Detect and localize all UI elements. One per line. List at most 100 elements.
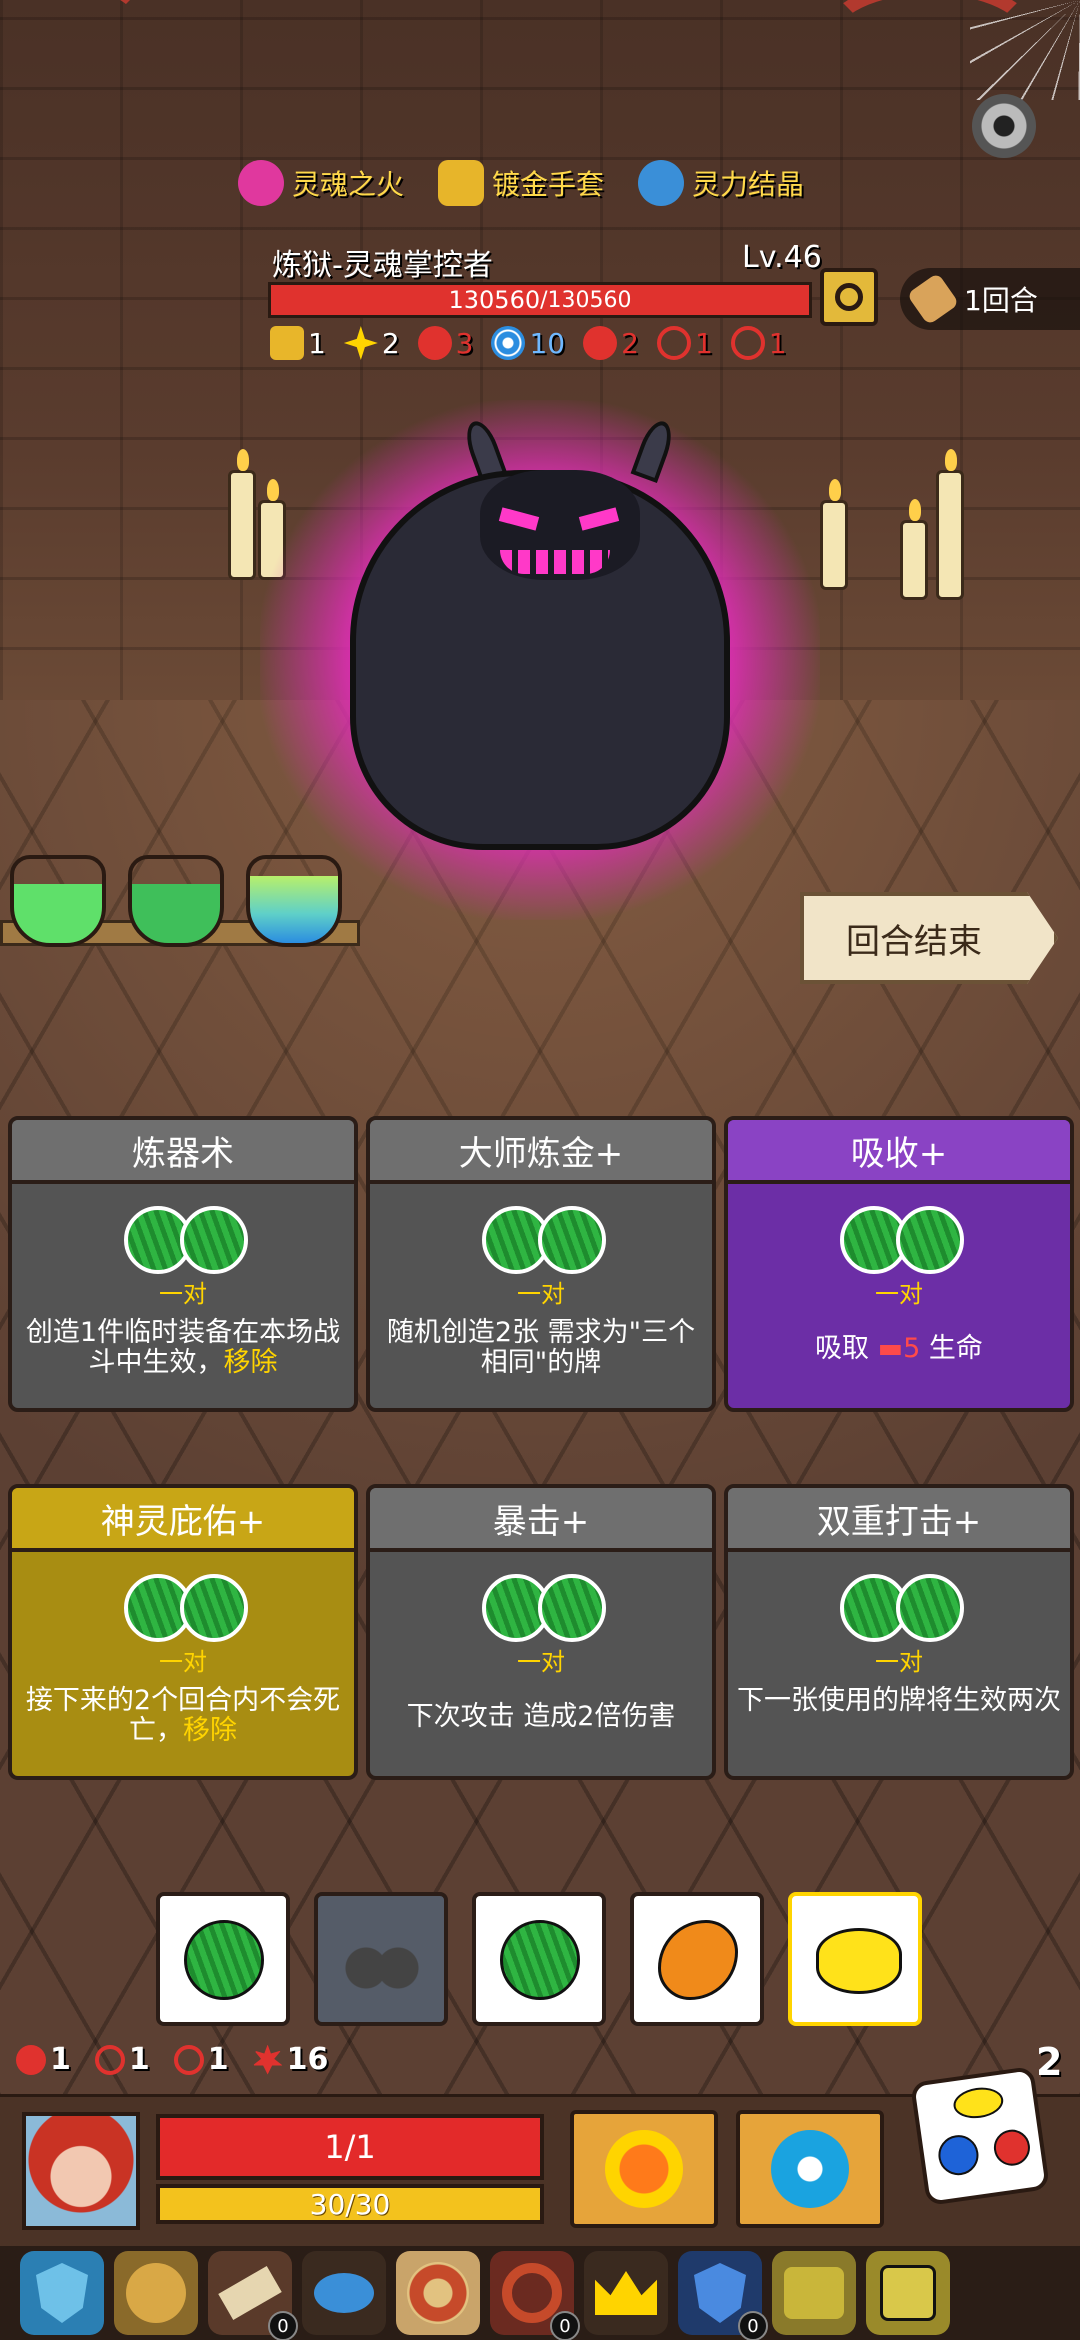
buff-value: 1	[694, 326, 713, 360]
green-potion-icon[interactable]	[128, 855, 224, 947]
dice-slot-4[interactable]	[630, 1892, 764, 2026]
boss-buff[interactable]: 3	[417, 326, 474, 360]
end-turn-button[interactable]: 回合结束	[800, 892, 1058, 984]
green-potion-icon[interactable]	[10, 855, 106, 947]
card-pair-label: 一对	[517, 1280, 565, 1308]
relic-gilded-glove[interactable]: 镀金手套	[438, 160, 604, 206]
player-status[interactable]: 1	[173, 2042, 229, 2077]
card-double-strike[interactable]: 双重打击+ 一对 下一张使用的牌将生效两次	[724, 1484, 1074, 1780]
watermelon-icon	[500, 1920, 580, 2000]
spiral-icon	[94, 2044, 125, 2075]
desc-text: 创造1件临时装备在本场战斗中生效，	[25, 1317, 341, 1378]
desc-remove: 移除	[223, 1347, 278, 1378]
spirit-crystal-icon	[638, 160, 685, 206]
watermelon-icon	[180, 1574, 248, 1642]
item-slot[interactable]: 0	[678, 2251, 768, 2340]
dice-slot-5[interactable]	[788, 1892, 922, 2026]
boss-buff[interactable]: 2	[343, 326, 400, 360]
boss-hp-max: /130560	[540, 287, 632, 313]
blue-bird-icon	[314, 2273, 374, 2313]
crown-icon	[595, 2271, 657, 2315]
watermelon-icon	[184, 1920, 264, 2000]
boss-buff[interactable]: 1	[656, 326, 713, 360]
card-description: 创造1件临时装备在本场战斗中生效，移除	[12, 1318, 354, 1378]
scroll-icon	[906, 272, 960, 326]
card-divine-blessing[interactable]: 神灵庇佑+ 一对 接下来的2个回合内不会死亡，移除	[8, 1484, 358, 1780]
status-value: 1	[50, 2042, 71, 2077]
dice-slot-3[interactable]	[472, 1892, 606, 2026]
settings-gear-icon[interactable]	[972, 94, 1036, 158]
spark-icon	[343, 326, 378, 360]
scroll-icon	[218, 2266, 282, 2320]
vortex-icon	[491, 326, 526, 360]
slash-icon	[173, 2044, 204, 2075]
item-slot[interactable]	[396, 2251, 480, 2335]
player-status[interactable]: 1	[94, 2042, 150, 2077]
player-hp-bar: 1/1	[156, 2114, 544, 2180]
item-slot[interactable]	[584, 2251, 668, 2335]
card-description: 随机创造2张 需求为"三个相同"的牌	[370, 1318, 712, 1378]
skill-fire-sun-button[interactable]	[570, 2110, 718, 2228]
boss-buff[interactable]: 10	[491, 326, 565, 360]
relic-soul-fire[interactable]: 灵魂之火	[238, 160, 404, 206]
relic-bar: 灵魂之火 镀金手套 灵力结晶	[238, 152, 804, 214]
item-slot[interactable]	[772, 2251, 856, 2335]
reroll-count: 2	[1036, 2040, 1063, 2084]
buff-value: 3	[455, 326, 474, 360]
pair-requirement	[482, 1574, 606, 1642]
buff-value: 1	[768, 326, 787, 360]
card-critical[interactable]: 暴击+ 一对 下次攻击 造成2倍伤害	[366, 1484, 716, 1780]
watermelon-icon	[180, 1206, 248, 1274]
item-bar: 0 0 0	[0, 2246, 1080, 2340]
player-statuses: 1 1 1 16	[16, 2042, 328, 2077]
pair-requirement	[124, 1574, 248, 1642]
card-refining[interactable]: 炼器术 一对 创造1件临时装备在本场战斗中生效，移除	[8, 1116, 358, 1412]
boss-sprite[interactable]	[260, 400, 820, 920]
candle-decoration	[900, 499, 928, 600]
inspect-button[interactable]	[820, 268, 878, 326]
item-slot[interactable]: 0	[490, 2251, 580, 2340]
card-title: 炼器术	[12, 1120, 354, 1184]
buff-value: 2	[621, 326, 639, 360]
item-slot[interactable]: 0	[208, 2251, 298, 2340]
blue-flame-icon	[771, 2130, 849, 2208]
item-slot[interactable]	[302, 2251, 386, 2335]
rainbow-potion-icon[interactable]	[246, 855, 342, 947]
buff-value: 10	[529, 326, 566, 360]
item-slot[interactable]	[114, 2251, 198, 2335]
player-shield-bar: 30/30	[156, 2184, 544, 2224]
player-avatar[interactable]	[22, 2112, 140, 2230]
shield-icon	[270, 326, 304, 360]
skill-blue-flame-button[interactable]	[736, 2110, 884, 2228]
player-status[interactable]: 16	[252, 2042, 328, 2077]
candle-decoration	[820, 479, 848, 590]
item-count: 0	[550, 2311, 580, 2340]
relic-label: 镀金手套	[492, 168, 605, 201]
wreath-icon	[502, 2263, 562, 2323]
status-value: 1	[207, 2042, 229, 2077]
item-slot[interactable]	[866, 2251, 950, 2335]
dice-slot-1[interactable]	[156, 1892, 290, 2026]
boss-level: Lv.46	[742, 240, 822, 275]
boss-buff[interactable]: 1	[730, 326, 787, 360]
boss-buff[interactable]: 2	[583, 326, 639, 360]
heal-icon: ▬	[877, 1333, 904, 1364]
boss-buff[interactable]: 1	[270, 326, 326, 360]
watermelon-icon	[538, 1206, 606, 1274]
dice-slot-2[interactable]	[314, 1892, 448, 2026]
card-master-alchemy[interactable]: 大师炼金+ 一对 随机创造2张 需求为"三个相同"的牌	[366, 1116, 716, 1412]
eye-shield-icon	[694, 2263, 746, 2323]
card-absorb[interactable]: 吸收+ 一对 吸取 ▬5 生命	[724, 1116, 1074, 1412]
bleed-icon	[583, 326, 618, 360]
soul-fire-icon	[238, 160, 284, 206]
cherry-icon	[991, 2127, 1033, 2168]
reroll-dice-button[interactable]	[909, 2065, 1051, 2207]
status-value: 1	[128, 2042, 150, 2077]
buff-value: 2	[381, 326, 400, 360]
relic-spirit-crystal[interactable]: 灵力结晶	[638, 160, 804, 206]
watermelon-icon	[538, 1574, 606, 1642]
fire-sun-icon	[605, 2130, 683, 2208]
player-status[interactable]: 1	[16, 2042, 71, 2077]
item-slot[interactable]	[20, 2251, 104, 2335]
dice-cube-icon	[880, 2265, 936, 2321]
